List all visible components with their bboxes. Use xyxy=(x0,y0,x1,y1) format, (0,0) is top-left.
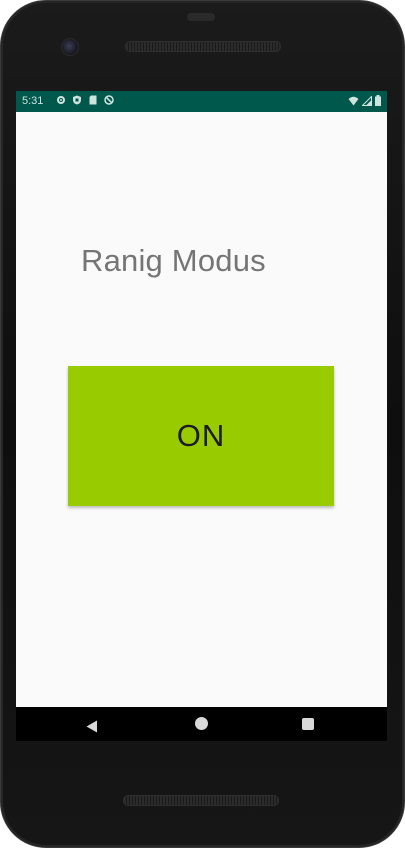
back-icon[interactable] xyxy=(86,718,98,737)
status-time: 5:31 xyxy=(22,95,44,107)
bottom-speaker-grille xyxy=(123,795,279,806)
status-notification-icons xyxy=(56,95,114,105)
sd-card-icon xyxy=(88,95,98,105)
front-camera-icon xyxy=(61,38,79,56)
navigation-bar xyxy=(16,707,387,741)
toggle-button-label: ON xyxy=(176,418,226,453)
device-frame: 5:31 Ranig Modus ON xyxy=(0,0,405,848)
settings-icon xyxy=(56,95,66,105)
battery-icon xyxy=(375,95,381,109)
recents-icon[interactable] xyxy=(302,718,314,730)
shield-icon xyxy=(72,95,82,105)
wifi-icon xyxy=(348,96,359,109)
status-bar: 5:31 xyxy=(16,91,387,112)
app-content: Ranig Modus ON xyxy=(16,112,387,707)
status-system-icons xyxy=(348,94,381,109)
mode-toggle-button[interactable]: ON xyxy=(68,366,334,506)
signal-icon xyxy=(361,94,372,109)
page-title: Ranig Modus xyxy=(81,243,266,278)
top-sensor xyxy=(187,13,215,21)
phone-body: 5:31 Ranig Modus ON xyxy=(0,0,405,848)
do-not-disturb-icon xyxy=(104,95,114,105)
home-icon[interactable] xyxy=(195,717,208,730)
screen: 5:31 Ranig Modus ON xyxy=(16,91,387,741)
top-speaker-grille xyxy=(125,41,281,52)
